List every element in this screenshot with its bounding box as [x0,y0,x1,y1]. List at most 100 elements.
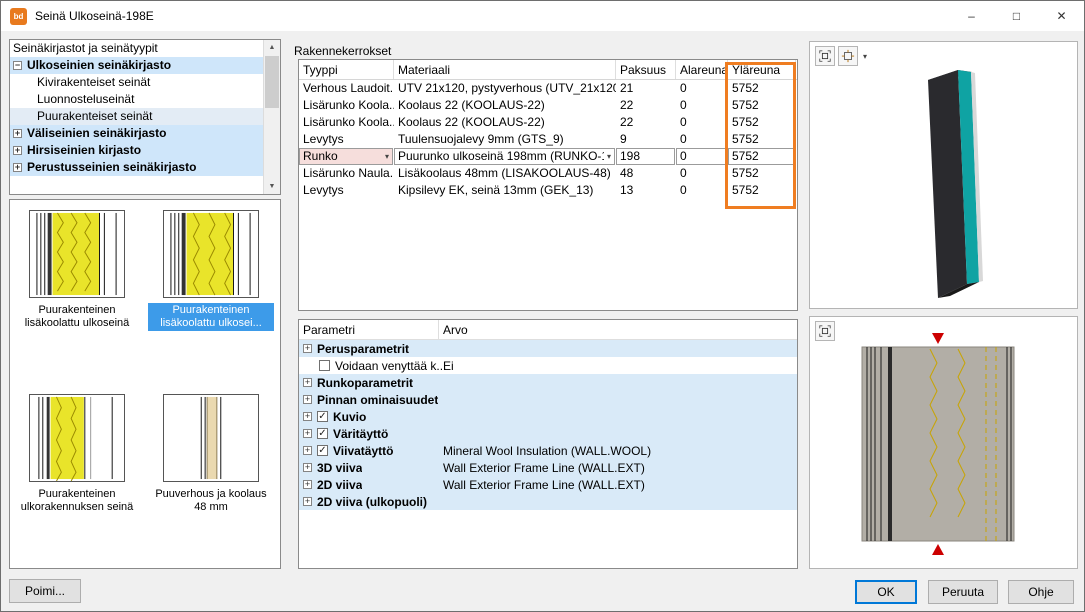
tree-item-perustusseinien-seinakirjasto[interactable]: + Perustusseinien seinäkirjasto [10,159,263,176]
wall-2d-section[interactable] [810,317,1079,568]
layer-type-dropdown[interactable]: Runko ▾ [299,148,393,165]
cancel-button[interactable]: Peruuta [928,580,998,604]
expand-plus-icon[interactable]: + [303,412,312,421]
table-row[interactable]: Lisärunko Naula... Lisäkoolaus 48mm (LIS… [299,165,797,182]
layer-type: Levytys [299,182,394,199]
layer-material-dropdown[interactable]: Puurunko ulkoseinä 198mm (RUNKO-198) ▾ [394,148,615,165]
help-button[interactable]: Ohje [1008,580,1074,604]
param-group-pinnan-ominaisuudet[interactable]: + Pinnan ominaisuudet [299,391,797,408]
param-value: Wall Exterior Frame Line (WALL.EXT) [443,461,645,475]
expand-plus-icon[interactable]: + [303,497,312,506]
layer-top-edge: 5752 [728,80,796,97]
layer-top-edge: 5752 [728,182,796,199]
param-group-2d-viiva-ulkopuoli[interactable]: + 2D viiva (ulkopuoli) [299,493,797,510]
param-label: Viivatäyttö [333,444,393,458]
zoom-extents-button[interactable] [815,46,835,66]
table-row[interactable]: Lisärunko Koola... Koolaus 22 (KOOLAUS-2… [299,114,797,131]
layer-thickness-input[interactable]: 198 [616,148,675,165]
param-label: Perusparametrit [317,342,409,356]
view-mode-button[interactable] [838,46,858,66]
param-group-2d-viiva[interactable]: + 2D viiva Wall Exterior Frame Line (WAL… [299,476,797,493]
scrollbar-thumb[interactable] [265,56,279,108]
column-header-materiaali[interactable]: Materiaali [394,60,616,79]
wall-section-thumbnail-icon [29,394,125,482]
param-group-3d-viiva[interactable]: + 3D viiva Wall Exterior Frame Line (WAL… [299,459,797,476]
param-group-perusparametrit[interactable]: + Perusparametrit [299,340,797,357]
expand-plus-icon[interactable]: + [13,146,22,155]
ok-button[interactable]: OK [855,580,917,604]
expand-plus-icon[interactable]: + [13,129,22,138]
tree-item-kivirakenteiset-seinat[interactable]: Kivirakenteiset seinät [10,74,263,91]
layer-thickness: 9 [616,131,676,148]
expand-plus-icon[interactable]: + [303,344,312,353]
close-button[interactable]: ✕ [1039,1,1084,31]
minimize-button[interactable]: – [949,1,994,31]
table-row[interactable]: Levytys Kipsilevy EK, seinä 13mm (GEK_13… [299,182,797,199]
checkbox-checked[interactable]: ✓ [317,411,328,422]
tree-title: Seinäkirjastot ja seinätyypit [10,40,263,57]
expand-plus-icon[interactable]: + [303,446,312,455]
layer-top-edge: 5752 [728,165,796,182]
param-group-runkoparametrit[interactable]: + Runkoparametrit [299,374,797,391]
param-label: Väritäyttö [333,427,388,441]
collapse-minus-icon[interactable]: − [13,61,22,70]
layer-thickness: 22 [616,114,676,131]
layer-bottom-edge: 0 [676,114,728,131]
table-row[interactable]: Verhous Laudoit... UTV 21x120, pystyverh… [299,80,797,97]
param-label: Kuvio [333,410,366,424]
preview-3d-toolbar: ▾ [815,46,869,66]
column-header-tyyppi[interactable]: Tyyppi [299,60,394,79]
tree-item-ulkoseinien-seinakirjasto[interactable]: − Ulkoseinien seinäkirjasto [10,57,263,74]
wall-type-thumb-4[interactable]: Puuverhous ja koolaus 48 mm [144,388,278,572]
checkbox-checked[interactable]: ✓ [317,445,328,456]
tree-item-label: Hirsiseinien kirjasto [27,142,141,159]
tree-item-luonnosteluseinat[interactable]: Luonnosteluseinät [10,91,263,108]
checkbox-unchecked[interactable] [319,360,330,371]
layer-top-edge-input[interactable]: 5752 [728,148,795,165]
column-header-parametri[interactable]: Parametri [299,320,439,339]
layer-bottom-edge-input[interactable]: 0 [676,148,727,165]
wall-type-thumb-2-selected[interactable]: Puurakenteinen lisäkoolattu ulkosei... [144,204,278,388]
chevron-down-icon[interactable]: ▾ [861,52,869,61]
layers-table: Tyyppi Materiaali Paksuus Alareuna Yläre… [298,59,798,311]
expand-plus-icon[interactable]: + [303,429,312,438]
maximize-button[interactable]: □ [994,1,1039,31]
expand-plus-icon[interactable]: + [303,480,312,489]
wall-type-thumb-3[interactable]: Puurakenteinen ulkorakennuksen seinä [10,388,144,572]
expand-plus-icon[interactable]: + [303,395,312,404]
tree-scrollbar[interactable]: ▲ ▼ [263,40,280,194]
column-header-paksuus[interactable]: Paksuus [616,60,676,79]
table-row[interactable]: Lisärunko Koola... Koolaus 22 (KOOLAUS-2… [299,97,797,114]
thumbnail-grid: Puurakenteinen lisäkoolattu ulkoseinä Pu… [10,200,280,572]
tree-item-hirsiseinien-kirjasto[interactable]: + Hirsiseinien kirjasto [10,142,263,159]
wall-section-thumbnail-icon [163,394,259,482]
wall-section-thumbnail-icon [29,210,125,298]
zoom-extents-button[interactable] [815,321,835,341]
param-label: Voidaan venyttää k... [335,359,446,373]
param-row-voidaan-venyttaa[interactable]: Voidaan venyttää k... Ei [299,357,797,374]
tree-item-label: Ulkoseinien seinäkirjasto [27,57,171,74]
tree-item-puurakenteiset-seinat[interactable]: Puurakenteiset seinät [10,108,263,125]
wall-3d-render[interactable] [810,42,1079,308]
layer-bottom-edge: 0 [676,165,728,182]
expand-plus-icon[interactable]: + [13,163,22,172]
wall-library-tree: Seinäkirjastot ja seinätyypit − Ulkosein… [9,39,281,195]
layer-type: Lisärunko Naula... [299,165,394,182]
param-group-varitaytto[interactable]: + ✓ Väritäyttö [299,425,797,442]
table-row[interactable]: Levytys Tuulensuojalevy 9mm (GTS_9) 9 0 … [299,131,797,148]
column-header-ylareuna[interactable]: Yläreuna [728,60,796,79]
scroll-down-icon[interactable]: ▼ [264,179,280,194]
tree-item-valiseinien-seinakirjasto[interactable]: + Väliseinien seinäkirjasto [10,125,263,142]
param-group-viivataytto[interactable]: + ✓ Viivatäyttö Mineral Wool Insulation … [299,442,797,459]
wall-type-thumb-1[interactable]: Puurakenteinen lisäkoolattu ulkoseinä [10,204,144,388]
parameters-header: Parametri Arvo [299,320,797,340]
wall-type-dialog: { "window": { "title": "Seinä Ulkoseinä-… [0,0,1085,612]
expand-plus-icon[interactable]: + [303,463,312,472]
column-header-arvo[interactable]: Arvo [439,320,797,339]
scroll-up-icon[interactable]: ▲ [264,40,280,55]
column-header-alareuna[interactable]: Alareuna [676,60,728,79]
param-group-kuvio[interactable]: + ✓ Kuvio [299,408,797,425]
poimi-button[interactable]: Poimi... [9,579,81,603]
checkbox-checked[interactable]: ✓ [317,428,328,439]
expand-plus-icon[interactable]: + [303,378,312,387]
